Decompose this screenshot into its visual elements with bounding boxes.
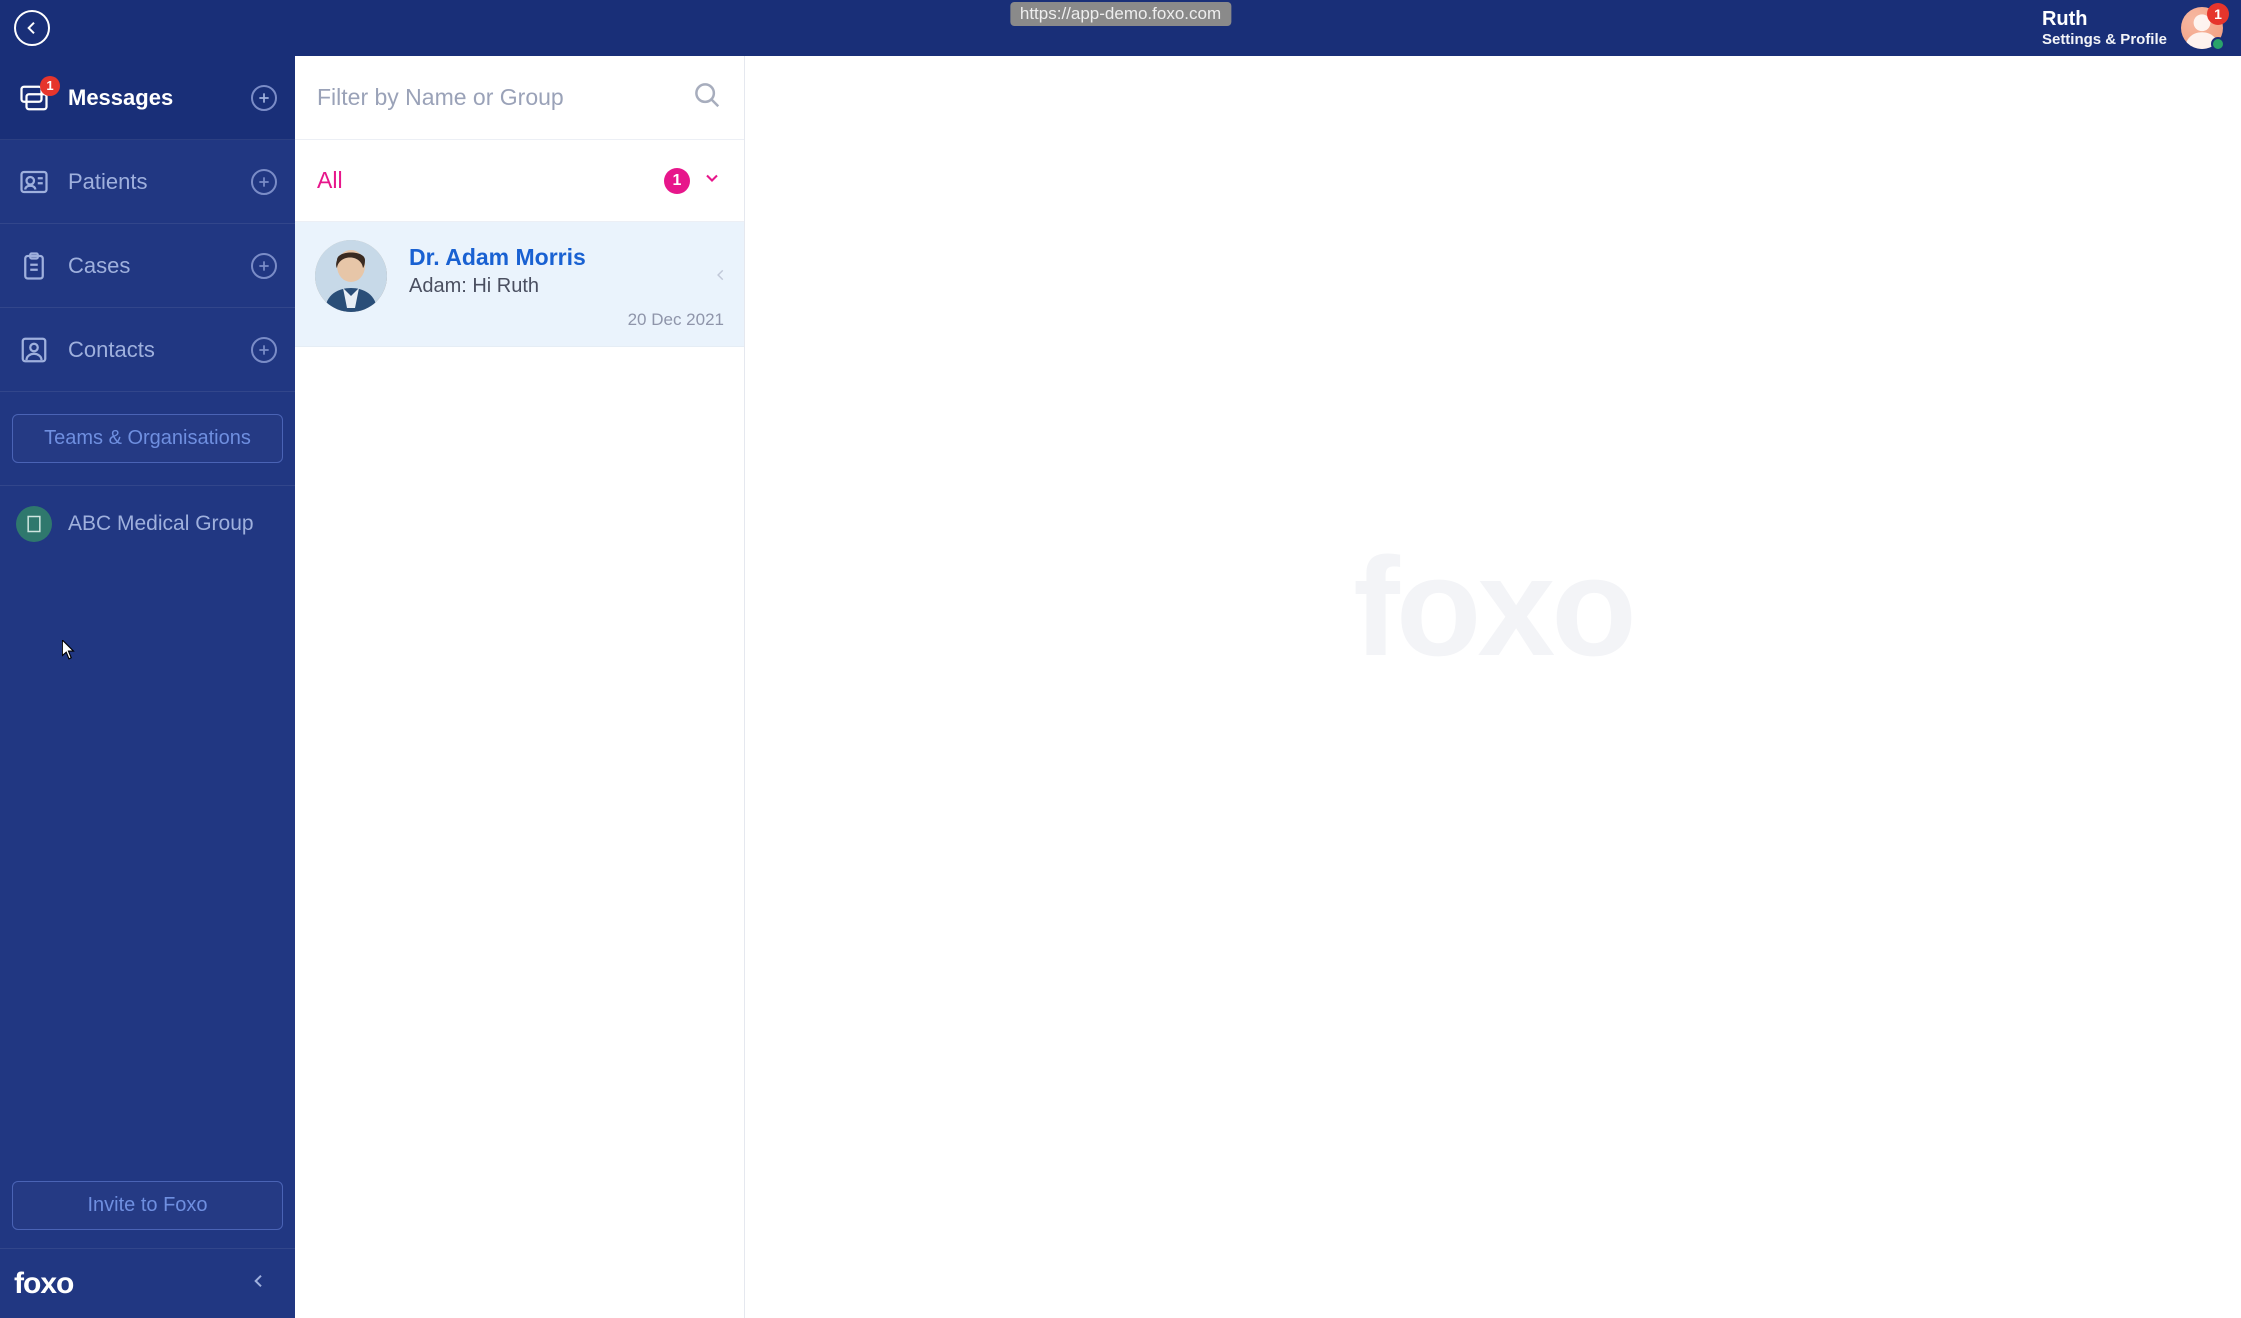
add-patient-button[interactable] bbox=[251, 169, 277, 195]
conversation-item[interactable]: Dr. Adam Morris Adam: Hi Ruth 20 Dec 202… bbox=[295, 222, 744, 347]
main-content: foxo bbox=[745, 56, 2241, 1318]
sidebar-item-messages[interactable]: 1 Messages bbox=[0, 56, 295, 140]
cases-icon bbox=[18, 250, 50, 282]
search-input[interactable] bbox=[317, 84, 692, 111]
chevron-left-icon bbox=[714, 268, 728, 287]
patients-icon bbox=[18, 166, 50, 198]
filter-count-badge: 1 bbox=[664, 168, 690, 194]
collapse-sidebar-button[interactable] bbox=[245, 1267, 273, 1300]
user-name: Ruth bbox=[2042, 8, 2167, 31]
conversations-panel: All 1 Dr. Adam Morris bbox=[295, 56, 745, 1318]
add-case-button[interactable] bbox=[251, 253, 277, 279]
add-contact-button[interactable] bbox=[251, 337, 277, 363]
watermark-logo: foxo bbox=[1353, 526, 1633, 688]
sidebar: 1 Messages Patients C bbox=[0, 56, 295, 1318]
sidebar-item-label: Messages bbox=[68, 85, 173, 111]
chevron-down-icon bbox=[702, 167, 722, 194]
back-button[interactable] bbox=[14, 10, 50, 46]
sidebar-item-label: Patients bbox=[68, 169, 148, 195]
conversation-preview: Adam: Hi Ruth bbox=[409, 275, 724, 298]
messages-badge: 1 bbox=[40, 76, 60, 96]
contact-avatar bbox=[315, 240, 387, 312]
search-icon[interactable] bbox=[692, 80, 722, 115]
sidebar-item-patients[interactable]: Patients bbox=[0, 140, 295, 224]
sidebar-item-label: Contacts bbox=[68, 337, 155, 363]
org-item[interactable]: ABC Medical Group bbox=[0, 486, 295, 560]
filter-label: All bbox=[317, 167, 343, 194]
filter-dropdown[interactable]: All 1 bbox=[295, 140, 744, 222]
org-name: ABC Medical Group bbox=[68, 512, 254, 536]
url-indicator: https://app-demo.foxo.com bbox=[1010, 2, 1231, 26]
sidebar-item-label: Cases bbox=[68, 253, 130, 279]
teams-organisations-button[interactable]: Teams & Organisations bbox=[12, 414, 283, 463]
contacts-icon bbox=[18, 334, 50, 366]
notification-badge: 1 bbox=[2207, 3, 2229, 25]
invite-button[interactable]: Invite to Foxo bbox=[12, 1181, 283, 1230]
user-menu[interactable]: Ruth Settings & Profile 1 bbox=[2042, 7, 2241, 49]
top-bar: https://app-demo.foxo.com Ruth Settings … bbox=[0, 0, 2241, 56]
conversation-name: Dr. Adam Morris bbox=[409, 244, 724, 271]
sidebar-item-cases[interactable]: Cases bbox=[0, 224, 295, 308]
user-subtitle: Settings & Profile bbox=[2042, 31, 2167, 48]
brand-logo: foxo bbox=[14, 1267, 73, 1301]
sidebar-item-contacts[interactable]: Contacts bbox=[0, 308, 295, 392]
conversation-date: 20 Dec 2021 bbox=[409, 310, 724, 330]
add-message-button[interactable] bbox=[251, 85, 277, 111]
messages-icon: 1 bbox=[18, 82, 50, 114]
building-icon bbox=[16, 506, 52, 542]
presence-dot-icon bbox=[2211, 37, 2225, 51]
user-avatar[interactable]: 1 bbox=[2181, 7, 2223, 49]
